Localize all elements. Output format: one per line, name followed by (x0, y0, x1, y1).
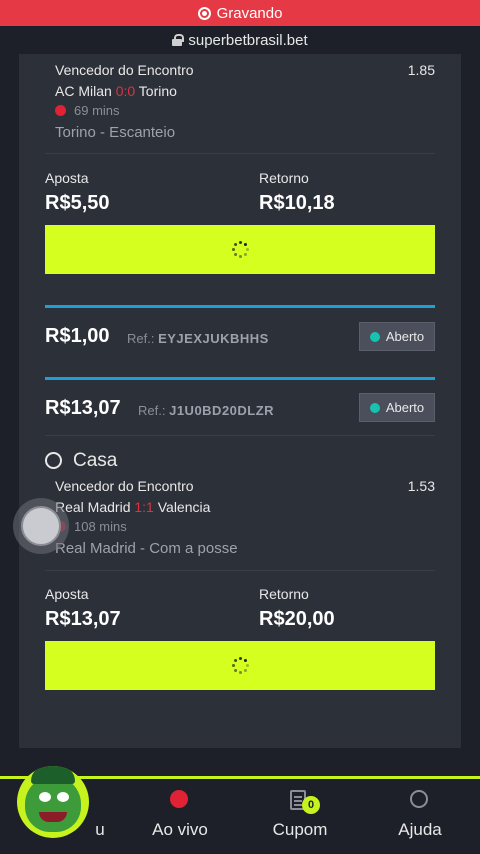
live-dot-icon (170, 790, 190, 810)
lock-icon (172, 34, 185, 46)
recording-indicator: Gravando (0, 0, 480, 26)
stake-value: R$13,07 (45, 608, 121, 630)
bet-selection: Vencedor do Encontro 1.53 Real Madrid 1:… (55, 478, 435, 557)
ticket-reference: Ref.: EYJEXJUKBHHS (127, 331, 269, 346)
ticket-amount: R$13,07 (45, 397, 121, 419)
ticket-reference: Ref.: J1U0BD20DLZR (138, 403, 274, 418)
away-team: Valencia (157, 499, 211, 515)
ref-code: J1U0BD20DLZR (169, 403, 275, 418)
match-score: 1:1 (134, 499, 154, 515)
status-badge[interactable]: Aberto (359, 322, 435, 351)
stake-label: Aposta (45, 586, 89, 602)
recording-label: Gravando (216, 4, 283, 22)
cashout-button[interactable] (45, 641, 435, 690)
match-time: 108 mins (74, 519, 127, 534)
nav-item-help[interactable]: Ajuda (360, 779, 480, 854)
bet-selection: Vencedor do Encontro 1.85 AC Milan 0:0 T… (55, 62, 435, 141)
ticket-divider (45, 305, 435, 308)
cashout-button[interactable] (45, 225, 435, 274)
record-icon (197, 6, 211, 20)
ref-label: Ref.: (127, 331, 155, 346)
return-label: Retorno (259, 170, 309, 186)
divider (45, 153, 435, 154)
match-score: 0:0 (115, 83, 136, 99)
address-bar[interactable]: superbetbrasil.bet (0, 26, 480, 54)
status-label: Aberto (385, 400, 425, 415)
match-time-row: 108 mins (55, 519, 435, 534)
market-name: Vencedor do Encontro (55, 62, 194, 78)
status-dot-icon (369, 331, 380, 342)
coupon-icon: 0 (290, 790, 320, 814)
whatsapp-icon (410, 790, 430, 810)
coupon-count-badge: 0 (302, 796, 320, 814)
selection-option: Casa (73, 450, 118, 471)
nav-item-coupon[interactable]: 0 Cupom (240, 779, 360, 854)
mascot-icon[interactable] (17, 766, 89, 838)
status-badge[interactable]: Aberto (359, 393, 435, 422)
status-label: Aberto (385, 329, 425, 344)
odds-value: 1.53 (407, 478, 435, 494)
return-value: R$10,18 (259, 192, 335, 214)
pick-name: Torino - Escanteio (55, 124, 176, 141)
match-time: 69 mins (74, 103, 120, 118)
loading-spinner-icon (230, 656, 250, 676)
ticket-amount: R$1,00 (45, 325, 110, 347)
match-teams: AC Milan 0:0 Torino (55, 83, 435, 99)
away-team: Torino (138, 83, 177, 99)
ref-code: EYJEXJUKBHHS (158, 331, 269, 346)
nav-label: Cupom (272, 820, 328, 839)
ticket-divider (45, 377, 435, 380)
selection-radio[interactable] (45, 452, 62, 469)
nav-label: Ajuda (398, 820, 442, 839)
market-name: Vencedor do Encontro (55, 478, 194, 494)
url-text: superbetbrasil.bet (188, 31, 308, 49)
stake-value: R$5,50 (45, 192, 110, 214)
stake-label: Aposta (45, 170, 89, 186)
divider (45, 570, 435, 571)
return-value: R$20,00 (259, 608, 335, 630)
home-team: Real Madrid (55, 499, 131, 515)
ref-label: Ref.: (138, 403, 166, 418)
match-time-row: 69 mins (55, 103, 435, 118)
pick-name: Real Madrid - Com a posse (55, 540, 238, 557)
home-team: AC Milan (55, 83, 112, 99)
return-label: Retorno (259, 586, 309, 602)
match-teams: Real Madrid 1:1 Valencia (55, 499, 435, 515)
loading-spinner-icon (230, 240, 250, 260)
nav-item-live[interactable]: Ao vivo (120, 779, 240, 854)
divider (45, 435, 435, 436)
floating-assistive-button[interactable] (13, 498, 69, 554)
odds-value: 1.85 (407, 62, 435, 78)
nav-label: Ao vivo (152, 820, 208, 839)
live-dot-icon (55, 105, 66, 116)
status-dot-icon (369, 402, 380, 413)
